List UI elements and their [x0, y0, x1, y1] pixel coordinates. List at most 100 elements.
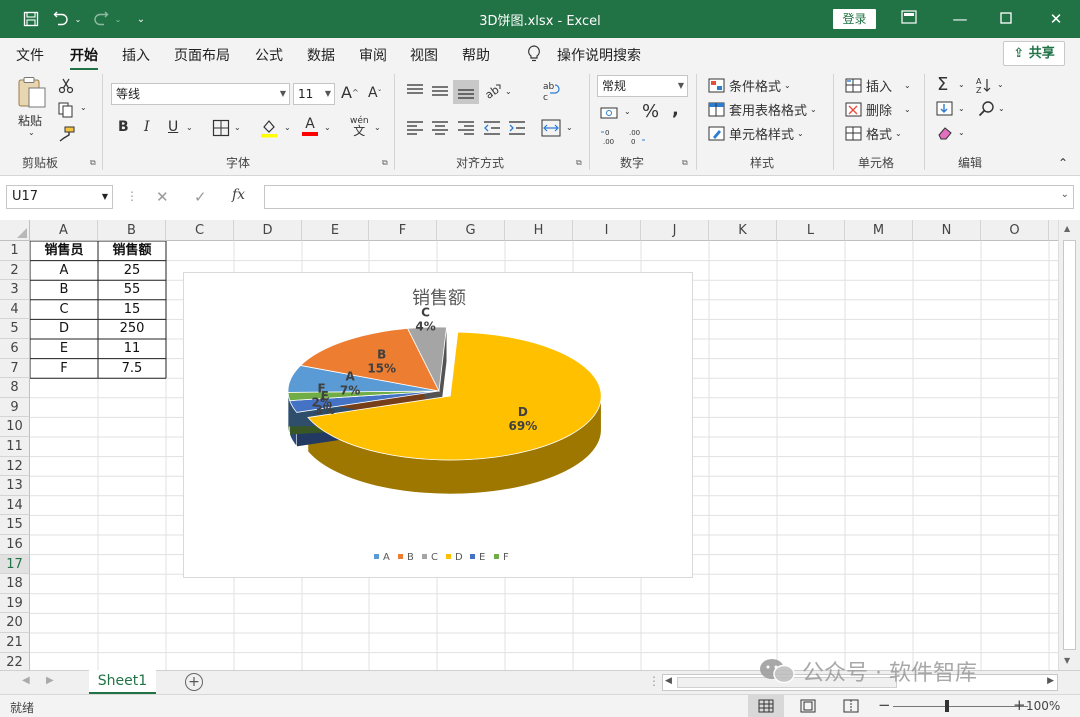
decrease-indent-icon[interactable] — [483, 120, 501, 136]
tab-insert[interactable]: 插入 — [122, 45, 150, 65]
tab-help[interactable]: 帮助 — [462, 45, 490, 65]
format-painter-icon[interactable] — [58, 126, 76, 142]
row-header-6[interactable]: 6 — [0, 339, 30, 359]
close-icon[interactable]: ✕ — [1036, 6, 1076, 32]
fill-icon[interactable] — [936, 101, 954, 117]
vertical-scrollbar[interactable]: ▲ ▼ — [1058, 220, 1080, 670]
table-cell[interactable]: 7.5 — [98, 359, 166, 379]
align-center-icon[interactable] — [431, 120, 449, 136]
cancel-icon[interactable]: ✕ — [156, 188, 169, 206]
row-header-4[interactable]: 4 — [0, 299, 30, 320]
copy-dropdown-icon[interactable]: ⌄ — [80, 103, 87, 112]
scroll-thumb[interactable] — [1063, 240, 1076, 650]
normal-view-icon[interactable] — [748, 695, 784, 717]
row-header-16[interactable]: 16 — [0, 535, 30, 555]
row-header-9[interactable]: 9 — [0, 397, 30, 418]
scroll-down-icon[interactable]: ▼ — [1064, 656, 1070, 665]
collapse-ribbon-icon[interactable]: ⌃ — [1058, 156, 1068, 170]
column-header-j[interactable]: J — [641, 220, 709, 241]
column-header-i[interactable]: I — [573, 220, 641, 241]
column-header-a[interactable]: A — [30, 220, 98, 241]
login-button[interactable]: 登录 — [833, 9, 876, 29]
add-sheet-button[interactable]: + — [185, 673, 203, 691]
column-header-g[interactable]: G — [437, 220, 505, 241]
borders-icon[interactable] — [212, 119, 230, 137]
paste-dropdown-icon[interactable]: ⌄ — [28, 128, 35, 137]
row-header-19[interactable]: 19 — [0, 593, 30, 614]
column-header-b[interactable]: B — [98, 220, 166, 241]
column-header-d[interactable]: D — [234, 220, 302, 241]
name-box[interactable]: U17 ▼ — [6, 185, 113, 209]
table-cell[interactable]: B — [30, 280, 98, 300]
scroll-left-icon[interactable]: ◀ — [665, 676, 672, 686]
sort-filter-icon[interactable]: AZ — [975, 76, 995, 94]
row-header-1[interactable]: 1 — [0, 241, 30, 261]
align-right-icon[interactable] — [457, 120, 475, 136]
zoom-slider[interactable] — [893, 700, 1028, 712]
tab-review[interactable]: 审阅 — [359, 45, 387, 65]
table-cell[interactable]: 11 — [98, 339, 166, 359]
autosum-button[interactable]: Σ — [937, 74, 948, 95]
zoom-in-button[interactable]: + — [1013, 696, 1026, 714]
font-color-icon[interactable]: A — [302, 116, 318, 136]
row-header-8[interactable]: 8 — [0, 378, 30, 398]
format-as-table-button[interactable]: 套用表格格式 ⌄ — [708, 100, 817, 119]
underline-button[interactable]: U — [168, 119, 178, 135]
fill-dropdown-icon[interactable]: ⌄ — [958, 104, 965, 113]
table-cell[interactable]: 25 — [98, 261, 166, 281]
tab-view[interactable]: 视图 — [410, 45, 438, 65]
prev-sheet-icon[interactable]: ◀ — [22, 675, 30, 686]
orientation-icon[interactable]: ab — [484, 82, 502, 100]
align-bottom-icon[interactable] — [453, 80, 479, 104]
formula-input[interactable]: ⌄ — [264, 185, 1074, 209]
table-cell[interactable]: 250 — [98, 319, 166, 339]
page-break-view-icon[interactable] — [843, 699, 859, 716]
decrease-decimal-icon[interactable]: .00 0 — [626, 128, 646, 146]
minimize-icon[interactable]: — — [940, 6, 980, 32]
alignment-launcher-icon[interactable]: ⧉ — [576, 158, 582, 168]
table-cell[interactable]: F — [30, 359, 98, 379]
row-header-21[interactable]: 21 — [0, 633, 30, 653]
align-left-icon[interactable] — [406, 120, 424, 136]
table-cell[interactable]: D — [30, 319, 98, 339]
accounting-dropdown-icon[interactable]: ⌄ — [624, 107, 631, 116]
row-header-5[interactable]: 5 — [0, 319, 30, 339]
phonetic-dropdown-icon[interactable]: ⌄ — [374, 123, 381, 132]
font-launcher-icon[interactable]: ⧉ — [382, 158, 388, 168]
tab-page-layout[interactable]: 页面布局 — [174, 45, 230, 65]
column-header-c[interactable]: C — [166, 220, 234, 241]
row-header-7[interactable]: 7 — [0, 358, 30, 379]
copy-icon[interactable] — [58, 102, 76, 118]
clear-icon[interactable] — [936, 125, 954, 141]
merge-center-icon[interactable] — [541, 119, 561, 137]
next-sheet-icon[interactable]: ▶ — [46, 675, 54, 686]
row-header-22[interactable]: 22 — [0, 652, 30, 670]
cut-icon[interactable] — [58, 78, 74, 94]
insert-cells-button[interactable]: 插入 ⌄ — [845, 76, 911, 95]
share-button[interactable]: ⇪ 共享 — [1003, 41, 1065, 66]
accounting-format-icon[interactable] — [600, 105, 620, 121]
page-layout-view-icon[interactable] — [800, 699, 816, 716]
wrap-text-icon[interactable]: ab c — [541, 80, 561, 102]
zoom-slider-handle[interactable] — [945, 700, 949, 712]
row-header-12[interactable]: 12 — [0, 456, 30, 477]
comma-button[interactable]: , — [672, 99, 679, 120]
tell-me-search[interactable]: 操作说明搜索 — [557, 45, 641, 65]
format-cells-button[interactable]: 格式 ⌄ — [845, 124, 902, 143]
table-header-cell[interactable]: 销售员 — [30, 241, 98, 261]
table-header-cell[interactable]: 销售额 — [98, 241, 166, 261]
cell-styles-button[interactable]: 单元格样式 ⌄ — [708, 124, 804, 143]
fill-color-dropdown-icon[interactable]: ⌄ — [284, 123, 291, 132]
insert-function-button[interactable]: fx — [232, 187, 245, 203]
column-header-m[interactable]: M — [845, 220, 913, 241]
phonetic-icon[interactable]: wén 文 — [350, 116, 369, 137]
row-header-2[interactable]: 2 — [0, 260, 30, 281]
number-launcher-icon[interactable]: ⧉ — [682, 158, 688, 168]
percent-button[interactable]: % — [642, 101, 659, 122]
maximize-icon[interactable] — [986, 6, 1026, 32]
column-header-n[interactable]: N — [913, 220, 981, 241]
paste-icon[interactable] — [16, 76, 48, 110]
column-header-h[interactable]: H — [505, 220, 573, 241]
row-header-13[interactable]: 13 — [0, 476, 30, 496]
align-middle-icon[interactable] — [431, 83, 449, 99]
